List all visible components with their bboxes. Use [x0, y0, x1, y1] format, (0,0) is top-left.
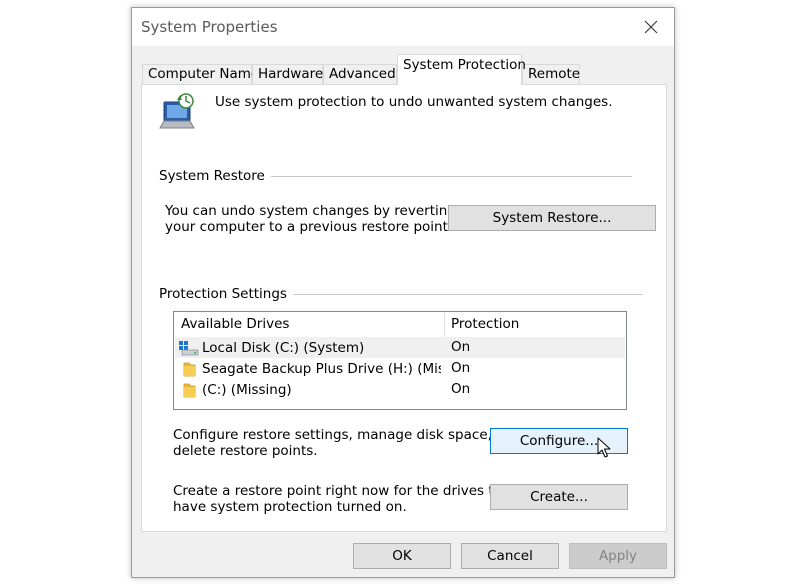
column-header-protection[interactable]: Protection [444, 312, 624, 337]
drive-protection-status: On [451, 339, 471, 355]
drive-name: Seagate Backup Plus Drive (H:) (Missi... [202, 360, 441, 377]
system-restore-desc-line2: your computer to a previous restore poin… [165, 219, 453, 235]
drive-name: (C:) (Missing) [202, 381, 292, 398]
create-description: Create a restore point right now for the… [173, 483, 516, 515]
system-restore-desc-line1: You can undo system changes by reverting [165, 203, 456, 219]
ok-button[interactable]: OK [353, 543, 451, 569]
create-desc-line2: have system protection turned on. [173, 499, 407, 515]
tab-system-protection[interactable]: System Protection [397, 54, 526, 85]
tab-remote[interactable]: Remote [522, 64, 580, 84]
protection-settings-divider [284, 294, 643, 295]
tab-advanced[interactable]: Advanced [323, 64, 397, 84]
system-restore-button[interactable]: System Restore... [448, 205, 656, 231]
folder-icon [183, 383, 196, 397]
configure-desc-line1: Configure restore settings, manage disk … [173, 427, 522, 443]
tab-hardware[interactable]: Hardware [252, 64, 323, 84]
drive-name: Local Disk (C:) (System) [202, 339, 365, 356]
close-button[interactable] [628, 8, 674, 46]
drive-protection-status: On [451, 381, 471, 397]
system-restore-divider [262, 176, 632, 177]
system-drive-icon [179, 340, 199, 355]
mouse-cursor-icon [597, 437, 611, 458]
cancel-button[interactable]: Cancel [461, 543, 559, 569]
column-header-available-drives[interactable]: Available Drives [174, 312, 444, 337]
system-protection-icon [159, 93, 195, 129]
window-title: System Properties [141, 18, 278, 36]
table-row[interactable]: Seagate Backup Plus Drive (H:) (Missi...… [175, 358, 625, 379]
system-protection-panel: Use system protection to undo unwanted s… [141, 84, 667, 532]
configure-description: Configure restore settings, manage disk … [173, 427, 522, 459]
close-icon [644, 20, 658, 34]
folder-icon [183, 362, 196, 376]
configure-desc-line2: delete restore points. [173, 443, 318, 459]
system-restore-description: You can undo system changes by reverting… [165, 203, 456, 235]
drives-table[interactable]: Available Drives Protection Local Disk (… [173, 311, 627, 410]
intro-text: Use system protection to undo unwanted s… [215, 94, 613, 110]
table-row[interactable]: (C:) (Missing) On [175, 379, 625, 400]
system-properties-window: System Properties Computer Name Hardware… [131, 7, 675, 578]
create-desc-line1: Create a restore point right now for the… [173, 483, 516, 499]
tab-computer-name[interactable]: Computer Name [142, 64, 259, 84]
protection-settings-group-title: Protection Settings [159, 286, 293, 302]
apply-button[interactable]: Apply [569, 543, 667, 569]
system-restore-group-title: System Restore [159, 168, 271, 184]
table-row[interactable]: Local Disk (C:) (System) On [175, 337, 625, 358]
create-button[interactable]: Create... [490, 484, 628, 510]
title-bar[interactable]: System Properties [132, 8, 674, 46]
drive-protection-status: On [451, 360, 471, 376]
